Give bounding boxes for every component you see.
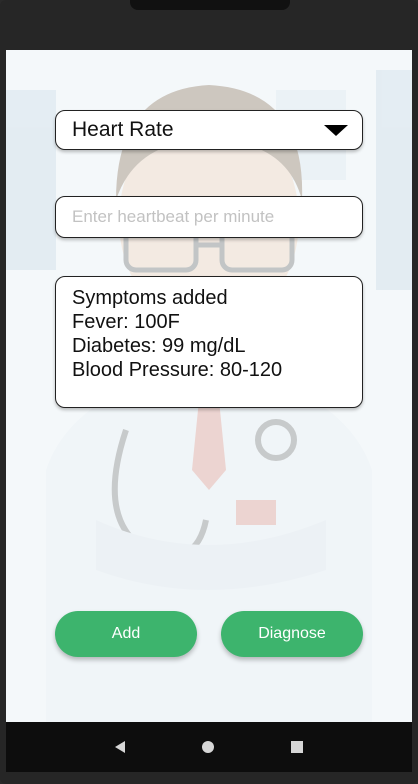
vitals-dropdown-value: Heart Rate [72, 118, 174, 141]
symptom-item: Diabetes: 99 mg/dL [72, 335, 246, 357]
diagnose-button[interactable]: Diagnose [221, 611, 363, 657]
recent-apps-icon[interactable] [291, 741, 304, 753]
phone-frame: Heart Rate Symptoms added Fever: 100F Di… [0, 0, 418, 784]
symptoms-heading: Symptoms added [72, 287, 228, 309]
heartbeat-field-wrapper [55, 196, 363, 238]
caret-down-icon [324, 124, 348, 136]
vitals-dropdown[interactable]: Heart Rate [55, 110, 363, 150]
symptom-item: Blood Pressure: 80-120 [72, 359, 283, 381]
system-navigation-bar [6, 722, 412, 772]
symptoms-panel: Symptoms added Fever: 100F Diabetes: 99 … [55, 276, 363, 408]
top-notch [130, 0, 290, 10]
back-icon[interactable] [114, 741, 125, 753]
app-screen: Heart Rate Symptoms added Fever: 100F Di… [6, 50, 412, 722]
add-button[interactable]: Add [55, 611, 197, 657]
symptom-item: Fever: 100F [72, 311, 180, 333]
home-icon[interactable] [201, 741, 214, 753]
heartbeat-input[interactable] [56, 197, 362, 237]
